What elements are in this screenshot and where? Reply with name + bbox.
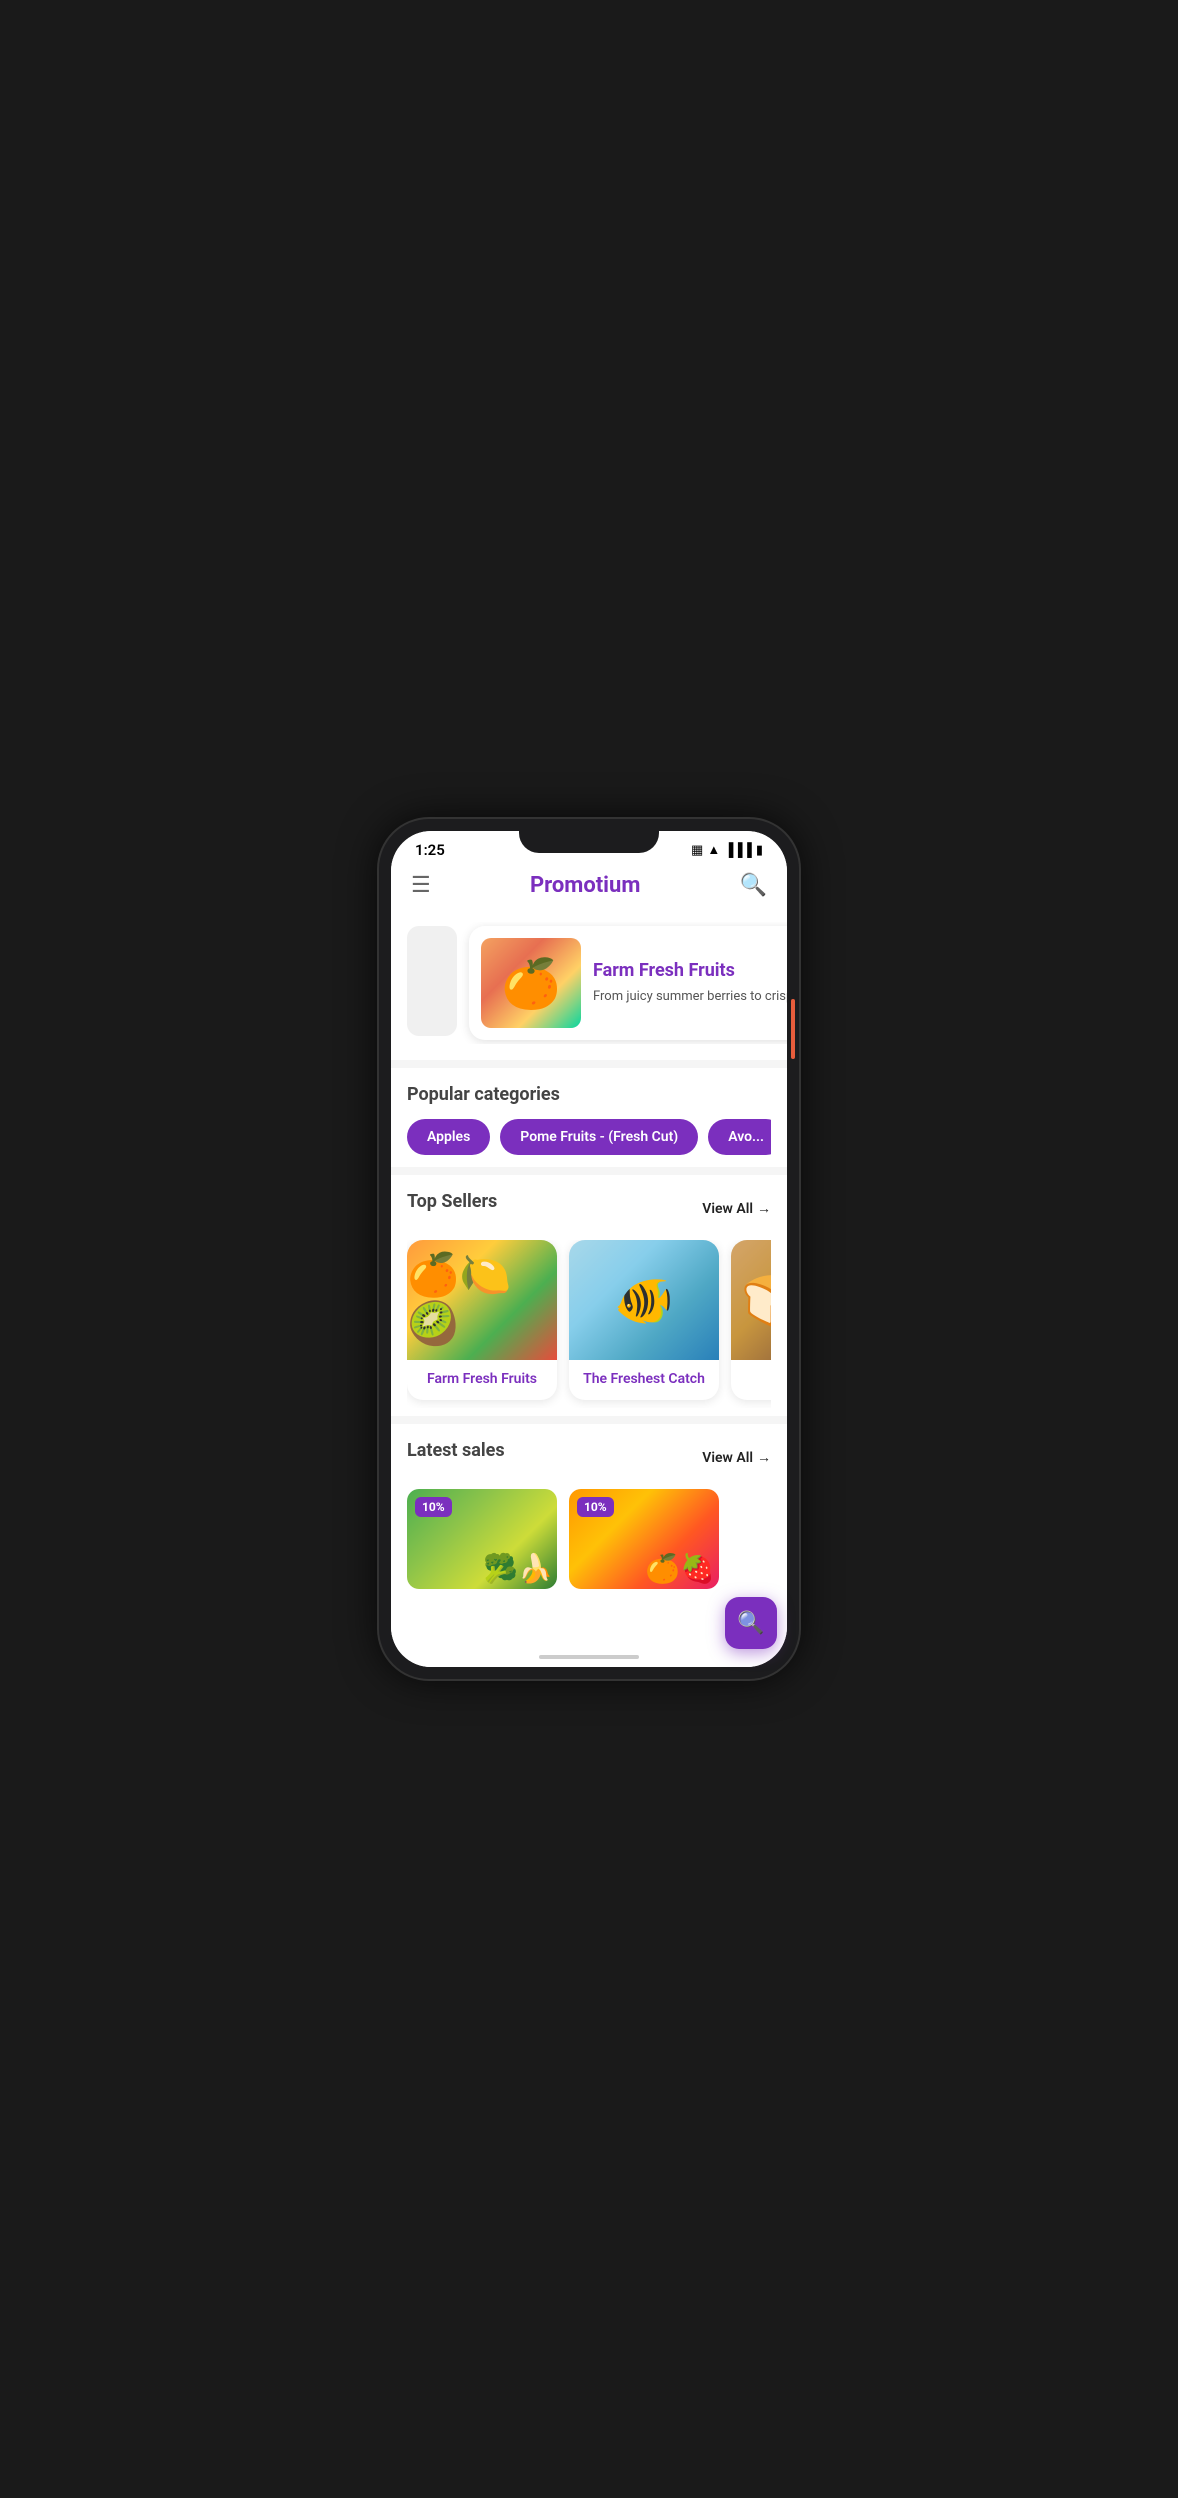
carousel-card-desc-0: From juicy summer berries to crisp au… xyxy=(593,988,787,1006)
seller-card-img-0: 🍊🍋🥝 xyxy=(407,1240,557,1360)
carousel-card-info-0: Farm Fresh Fruits From juicy summer berr… xyxy=(593,960,787,1006)
scroll-content: 🍊 Farm Fresh Fruits From juicy summer be… xyxy=(391,910,787,1647)
seller-card-0[interactable]: 🍊🍋🥝 Farm Fresh Fruits xyxy=(407,1240,557,1400)
category-pill-2[interactable]: Avo... xyxy=(708,1119,771,1155)
phone-notch xyxy=(519,831,659,853)
latest-view-all-label: View All xyxy=(702,1450,753,1466)
popular-categories-section: Popular categories Apples Pome Fruits - … xyxy=(391,1068,787,1167)
signal-icon: ▐▐▐ xyxy=(724,842,752,858)
bread-icon: 🍞 xyxy=(731,1240,771,1360)
bottom-spacer xyxy=(407,1589,771,1647)
bottom-bar xyxy=(391,1647,787,1667)
categories-track: Apples Pome Fruits - (Fresh Cut) Avo... xyxy=(407,1119,771,1159)
latest-sales-view-all[interactable]: View All → xyxy=(702,1449,771,1466)
top-sellers-section: Top Sellers View All → 🍊🍋🥝 Farm Fresh Fr… xyxy=(391,1175,787,1416)
fish-icon: 🐠 xyxy=(569,1240,719,1360)
latest-sales-header: Latest sales View All → xyxy=(407,1440,771,1475)
fruit-icon: 🍊🍋🥝 xyxy=(407,1240,557,1360)
phone-screen: 1:25 ▦ ▲ ▐▐▐ ▮ ☰ Promotium 🔍 xyxy=(391,831,787,1667)
category-pill-0[interactable]: Apples xyxy=(407,1119,490,1155)
latest-sales-title: Latest sales xyxy=(407,1440,505,1461)
battery-icon: ▮ xyxy=(756,843,763,858)
carousel-card-image-0: 🍊 xyxy=(481,938,581,1028)
sellers-track: 🍊🍋🥝 Farm Fresh Fruits 🐠 The Freshest Cat… xyxy=(407,1240,771,1408)
sale-img-1: 🍊🍓 xyxy=(645,1552,715,1585)
carousel-card-partial-left xyxy=(407,926,457,1040)
hamburger-menu-icon[interactable]: ☰ xyxy=(411,873,431,898)
status-time: 1:25 xyxy=(415,841,445,859)
wifi-icon: ▲ xyxy=(707,842,720,858)
latest-arrow-icon: → xyxy=(757,1449,771,1466)
sale-card-1[interactable]: 10% 🍊🍓 xyxy=(569,1489,719,1589)
top-sellers-header: Top Sellers View All → xyxy=(407,1191,771,1226)
seller-card-1[interactable]: 🐠 The Freshest Catch xyxy=(569,1240,719,1400)
top-sellers-view-all[interactable]: View All → xyxy=(702,1200,771,1217)
home-indicator xyxy=(539,1655,639,1659)
sale-card-0[interactable]: 10% 🥦🍌 xyxy=(407,1489,557,1589)
carousel-card-0[interactable]: 🍊 Farm Fresh Fruits From juicy summer be… xyxy=(469,926,787,1040)
app-header: ☰ Promotium 🔍 xyxy=(391,865,787,910)
carousel-track: 🍊 Farm Fresh Fruits From juicy summer be… xyxy=(391,922,787,1044)
view-all-label: View All xyxy=(702,1201,753,1217)
seller-name-0: Farm Fresh Fruits xyxy=(407,1360,557,1388)
search-fab[interactable]: 🔍 xyxy=(725,1597,777,1649)
seller-name-1: The Freshest Catch xyxy=(569,1360,719,1388)
seller-card-img-2: 🍞 xyxy=(731,1240,771,1360)
status-icons: ▦ ▲ ▐▐▐ ▮ xyxy=(691,842,763,858)
category-pill-1[interactable]: Pome Fruits - (Fresh Cut) xyxy=(500,1119,698,1155)
sale-badge-1: 10% xyxy=(577,1497,614,1517)
search-header-icon[interactable]: 🔍 xyxy=(740,873,767,898)
sim-icon: ▦ xyxy=(691,843,703,858)
sale-img-0: 🥦🍌 xyxy=(483,1552,553,1585)
popular-categories-title: Popular categories xyxy=(407,1084,771,1105)
phone-frame: 1:25 ▦ ▲ ▐▐▐ ▮ ☰ Promotium 🔍 xyxy=(379,819,799,1679)
side-button xyxy=(791,999,795,1059)
sale-badge-0: 10% xyxy=(415,1497,452,1517)
app-title: Promotium xyxy=(530,873,640,898)
sales-track: 10% 🥦🍌 10% 🍊🍓 xyxy=(407,1489,771,1589)
seller-card-img-1: 🐠 xyxy=(569,1240,719,1360)
carousel-card-title-0: Farm Fresh Fruits xyxy=(593,960,787,982)
seller-card-2[interactable]: 🍞 xyxy=(731,1240,771,1400)
fab-search-icon: 🔍 xyxy=(737,1611,764,1636)
carousel-section: 🍊 Farm Fresh Fruits From juicy summer be… xyxy=(391,910,787,1060)
arrow-icon: → xyxy=(757,1200,771,1217)
top-sellers-title: Top Sellers xyxy=(407,1191,497,1212)
